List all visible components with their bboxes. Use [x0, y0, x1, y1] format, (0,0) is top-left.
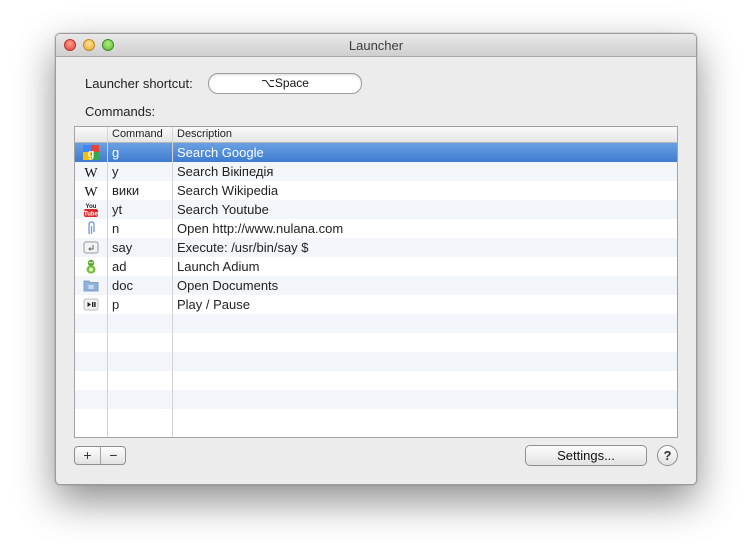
svg-text:Tube: Tube [84, 212, 99, 218]
command-cell[interactable]: y [112, 162, 119, 181]
wikipedia-icon: W [75, 181, 107, 200]
remove-command-button[interactable]: − [101, 447, 126, 464]
add-command-button[interactable]: + [75, 447, 101, 464]
command-cell[interactable]: ad [112, 257, 126, 276]
play-pause-icon [75, 295, 107, 314]
table-row[interactable]: Wвики Search Wikipedia [75, 181, 677, 200]
command-cell[interactable]: g [112, 143, 119, 162]
terminal-icon [75, 238, 107, 257]
empty-row [75, 333, 677, 352]
command-cell[interactable]: doc [112, 276, 133, 295]
command-cell[interactable]: say [112, 238, 132, 257]
command-cell[interactable]: yt [112, 200, 122, 219]
description-cell[interactable]: Open http://www.nulana.com [177, 219, 343, 238]
empty-row [75, 352, 677, 371]
empty-row [75, 371, 677, 390]
help-button[interactable]: ? [657, 445, 678, 466]
description-cell[interactable]: Search Wikipedia [177, 181, 278, 200]
table-header: Command Description [75, 127, 677, 143]
google-icon: g [75, 143, 107, 162]
header-command[interactable]: Command [112, 128, 163, 140]
folder-icon [75, 276, 107, 295]
youtube-icon: You Tube [75, 200, 107, 219]
description-cell[interactable]: Execute: /usr/bin/say $ [177, 238, 309, 257]
empty-row [75, 314, 677, 333]
add-remove-control: + − [74, 446, 126, 465]
column-divider [107, 127, 108, 437]
command-cell[interactable]: n [112, 219, 119, 238]
table-body: g g Search Google Wy Search Вікіпедія Wвики Se… [75, 143, 677, 437]
window-title: Launcher [348, 38, 404, 53]
svg-text:g: g [88, 148, 95, 160]
svg-text:W: W [84, 166, 98, 179]
description-cell[interactable]: Launch Adium [177, 257, 259, 276]
table-row[interactable]: doc Open Documents [75, 276, 677, 295]
shortcut-label: Launcher shortcut: [85, 76, 193, 91]
adium-icon [75, 257, 107, 276]
title-bar[interactable]: Launcher [56, 34, 696, 57]
shortcut-field[interactable]: ⌥Space [208, 73, 362, 94]
command-cell[interactable]: p [112, 295, 119, 314]
wikipedia-icon: W [75, 162, 107, 181]
description-cell[interactable]: Play / Pause [177, 295, 250, 314]
empty-row [75, 409, 677, 428]
column-divider [172, 127, 173, 437]
svg-text:W: W [84, 185, 98, 198]
table-row[interactable]: say Execute: /usr/bin/say $ [75, 238, 677, 257]
description-cell[interactable]: Open Documents [177, 276, 278, 295]
description-cell[interactable]: Search Вікіпедія [177, 162, 273, 181]
settings-button[interactable]: Settings... [525, 445, 647, 466]
table-row[interactable]: ad Launch Adium [75, 257, 677, 276]
table-row[interactable]: p Play / Pause [75, 295, 677, 314]
description-cell[interactable]: Search Youtube [177, 200, 269, 219]
table-row[interactable]: Wy Search Вікіпедія [75, 162, 677, 181]
description-cell[interactable]: Search Google [177, 143, 264, 162]
table-row[interactable]: n Open http://www.nulana.com [75, 219, 677, 238]
launcher-window: Launcher Launcher shortcut: ⌥Space Comma… [55, 33, 697, 485]
command-cell[interactable]: вики [112, 181, 139, 200]
link-icon [75, 219, 107, 238]
commands-table[interactable]: Command Description g g Search Google Wy Sea… [74, 126, 678, 438]
table-row[interactable]: g g Search Google [75, 143, 677, 162]
header-description[interactable]: Description [177, 128, 232, 140]
commands-label: Commands: [85, 104, 156, 119]
empty-row [75, 390, 677, 409]
table-row[interactable]: You Tube yt Search Youtube [75, 200, 677, 219]
